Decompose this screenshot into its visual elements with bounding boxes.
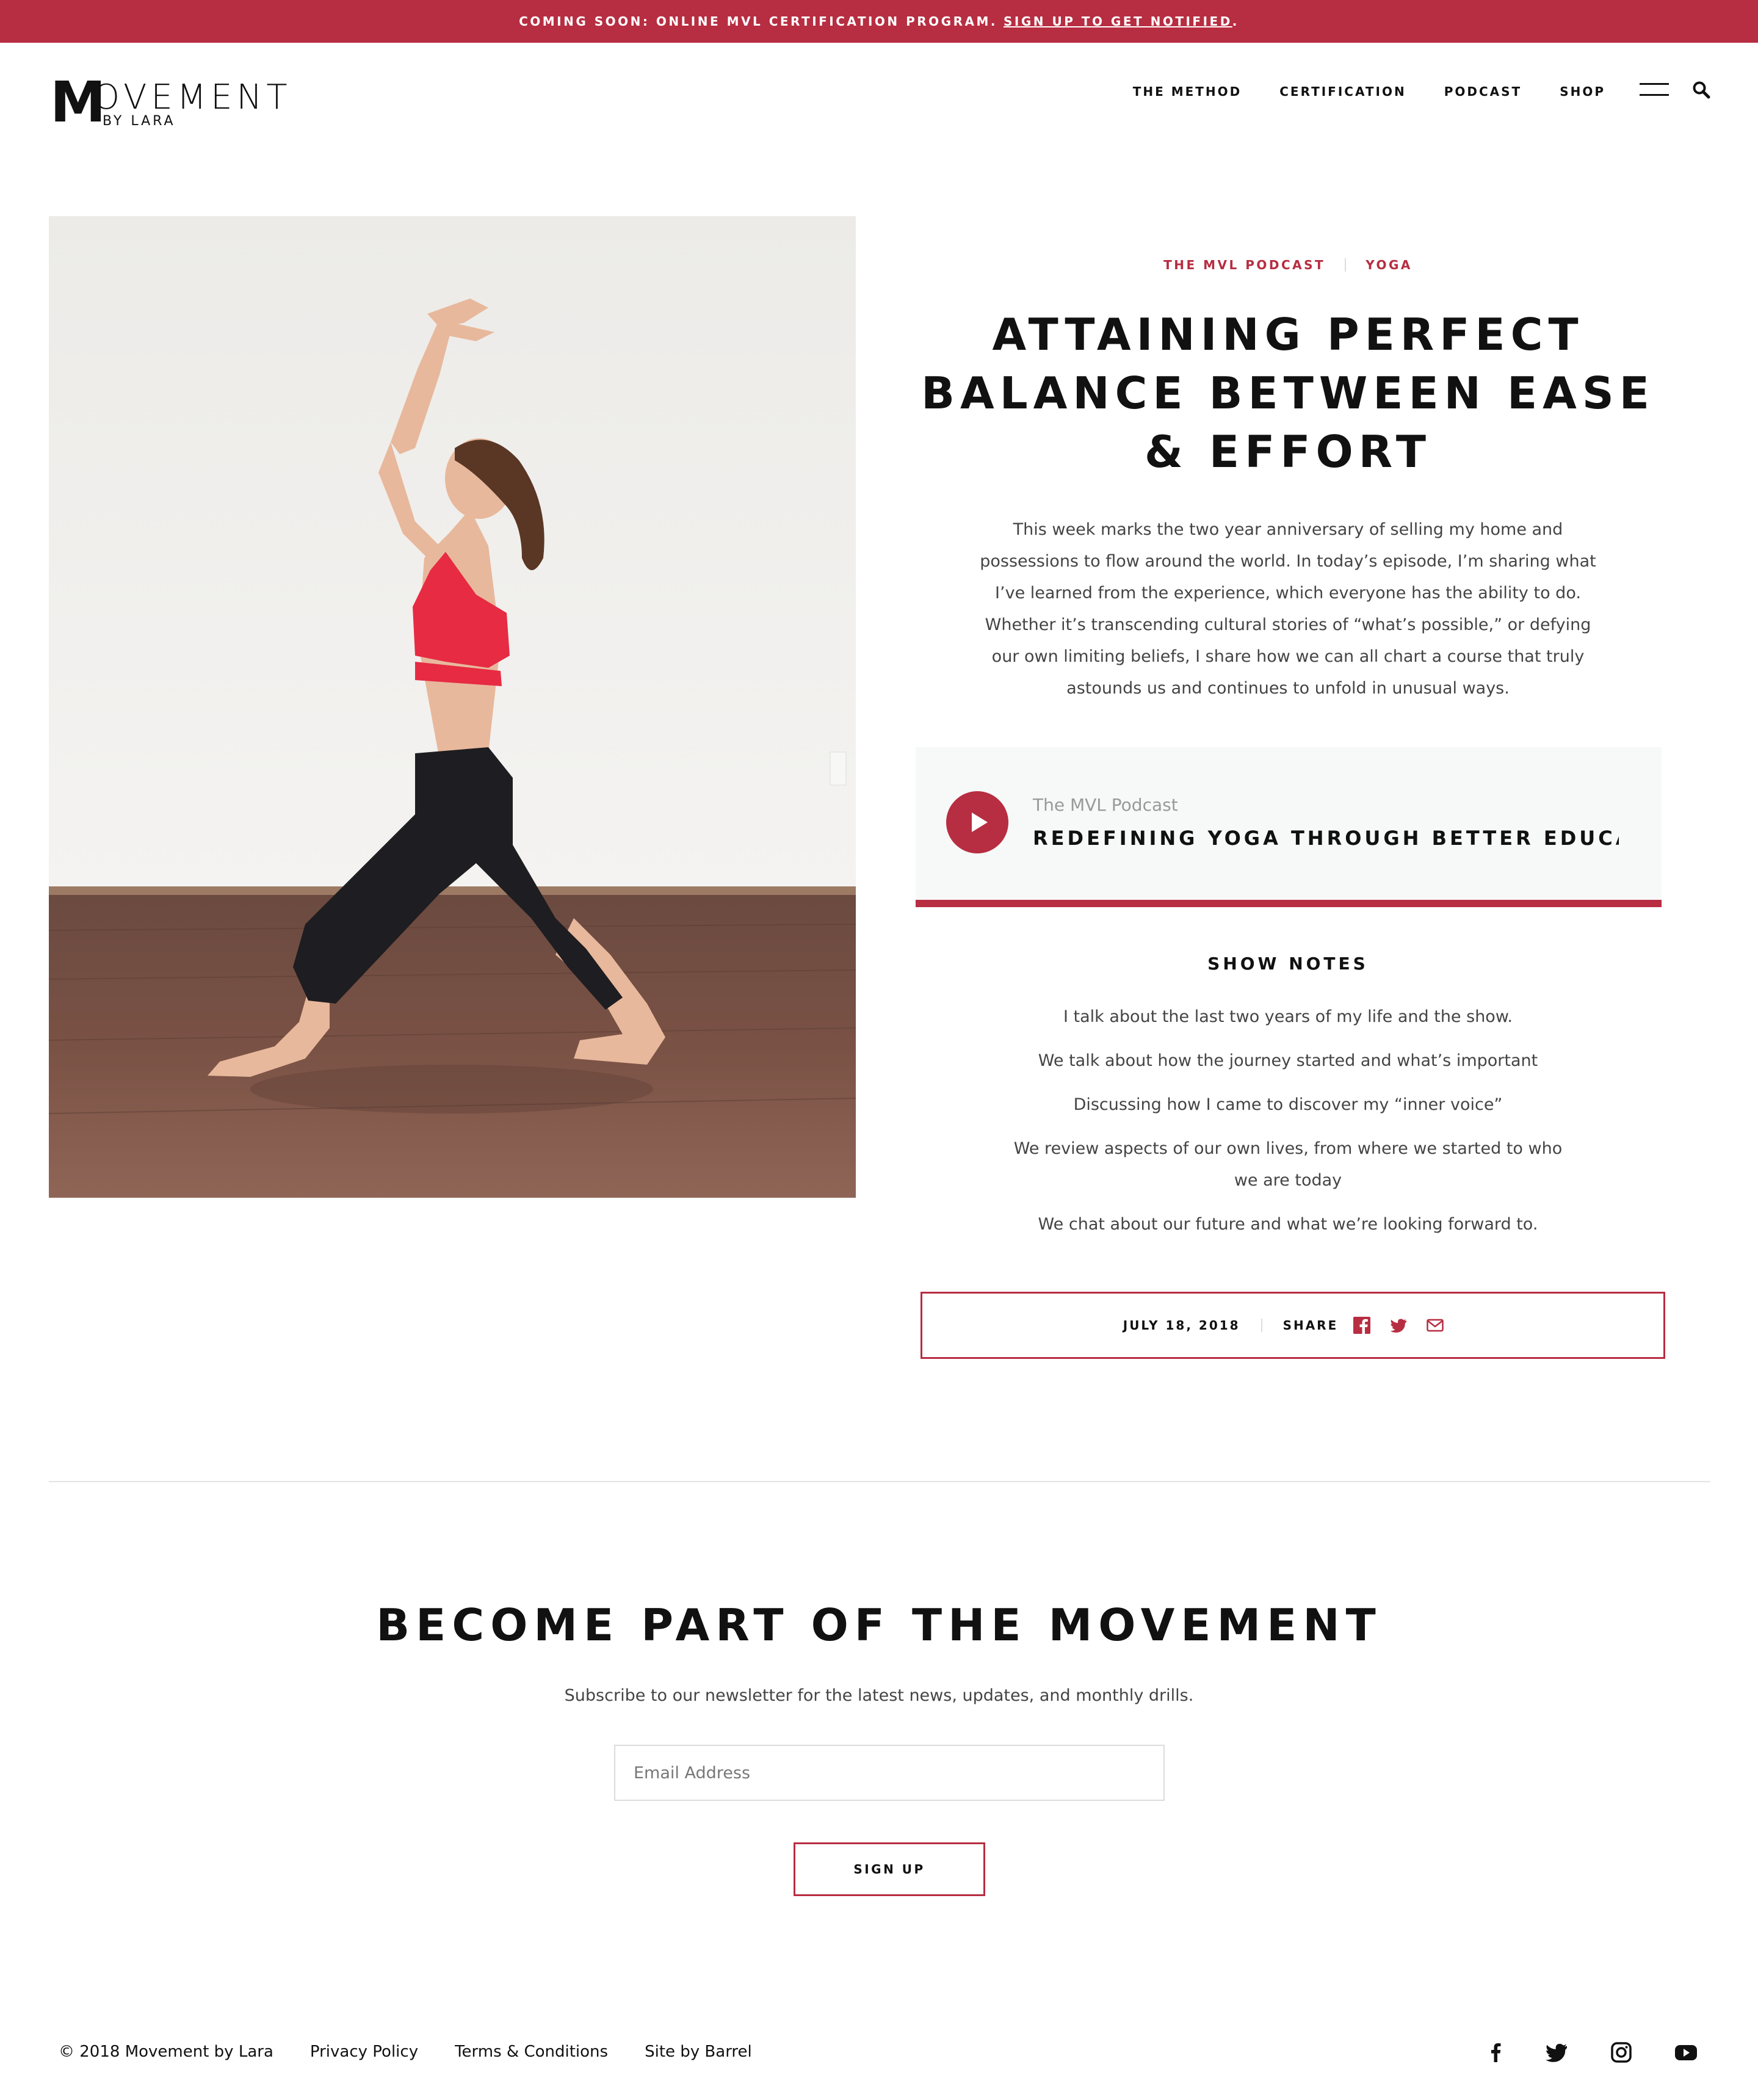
show-notes-list: I talk about the last two years of my li…: [1001, 1001, 1575, 1253]
post-date: JULY 18, 2018: [1123, 1318, 1240, 1333]
category-yoga[interactable]: YOGA: [1366, 258, 1413, 272]
play-icon[interactable]: [946, 791, 1008, 853]
article-title: ATTAINING PERFECT BALANCE BETWEEN EASE &…: [921, 309, 1655, 477]
yoga-pose-image: [49, 216, 856, 1198]
youtube-icon[interactable]: [1674, 2040, 1698, 2065]
list-item: I talk about the last two years of my li…: [1063, 1007, 1513, 1026]
instagram-icon[interactable]: [1609, 2040, 1633, 2065]
list-item: We chat about our future and what we’re …: [1038, 1215, 1538, 1234]
category-mvl-podcast[interactable]: THE MVL PODCAST: [1163, 258, 1325, 272]
nav-item-podcast[interactable]: PODCAST: [1444, 84, 1522, 99]
footer-links: © 2018 Movement by Lara Privacy Policy T…: [59, 2043, 789, 2061]
section-divider: [49, 1481, 1710, 1482]
list-item: Discussing how I came to discover my “in…: [1073, 1095, 1503, 1114]
hamburger-icon[interactable]: [1640, 82, 1669, 98]
nav-item-the-method[interactable]: THE METHOD: [1133, 84, 1242, 99]
email-share-icon[interactable]: [1426, 1316, 1444, 1334]
share-label: SHARE: [1282, 1318, 1339, 1333]
search-icon[interactable]: [1692, 81, 1710, 99]
player-episode-title[interactable]: REDEFINING YOGA THROUGH BETTER EDUCATION: [1033, 827, 1619, 850]
list-item: We talk about how the journey started an…: [1038, 1051, 1538, 1070]
footer-link-terms[interactable]: Terms & Conditions: [455, 2043, 608, 2061]
category-separator: [1345, 258, 1347, 272]
facebook-icon[interactable]: [1483, 2040, 1508, 2065]
logo-wordmark: OVEMENT: [93, 78, 292, 117]
article-intro: This week marks the two year anniversary…: [980, 520, 1596, 698]
newsletter-title: BECOME PART OF THE MOVEMENT: [376, 1599, 1382, 1651]
nav-item-certification[interactable]: CERTIFICATION: [1279, 84, 1406, 99]
show-notes-heading: SHOW NOTES: [1207, 954, 1369, 974]
nav-item-shop[interactable]: SHOP: [1560, 84, 1605, 99]
player-show-name: The MVL Podcast: [1033, 795, 1178, 815]
post-meta-bar: JULY 18, 2018 SHARE: [921, 1292, 1665, 1359]
list-item: We review aspects of our own lives, from…: [1013, 1139, 1563, 1190]
announcement-signup-link[interactable]: SIGN UP TO GET NOTIFIED: [1004, 14, 1232, 29]
meta-separator: [1261, 1319, 1262, 1332]
podcast-player: The MVL Podcast REDEFINING YOGA THROUGH …: [916, 747, 1662, 907]
main-nav: THE METHOD CERTIFICATION PODCAST SHOP: [1133, 79, 1605, 104]
announcement-bar: COMING SOON: ONLINE MVL CERTIFICATION PR…: [0, 0, 1758, 43]
facebook-share-icon[interactable]: [1353, 1316, 1371, 1334]
twitter-share-icon[interactable]: [1389, 1316, 1408, 1334]
hero-photo: [49, 216, 856, 1198]
footer-link-privacy[interactable]: Privacy Policy: [310, 2043, 418, 2061]
announcement-suffix: .: [1232, 14, 1239, 29]
category-list: THE MVL PODCAST YOGA: [916, 258, 1660, 272]
sign-up-button[interactable]: SIGN UP: [794, 1842, 985, 1896]
announcement-text: COMING SOON: ONLINE MVL CERTIFICATION PR…: [519, 14, 997, 29]
footer-link-site-by[interactable]: Site by Barrel: [645, 2043, 752, 2061]
twitter-icon[interactable]: [1544, 2040, 1569, 2065]
logo-tagline: BY LARA: [103, 114, 176, 129]
site-logo[interactable]: M OVEMENT BY LARA: [50, 74, 306, 131]
footer-copyright: © 2018 Movement by Lara: [59, 2043, 273, 2061]
newsletter-subtitle: Subscribe to our newsletter for the late…: [564, 1686, 1194, 1705]
email-field[interactable]: [614, 1745, 1165, 1801]
